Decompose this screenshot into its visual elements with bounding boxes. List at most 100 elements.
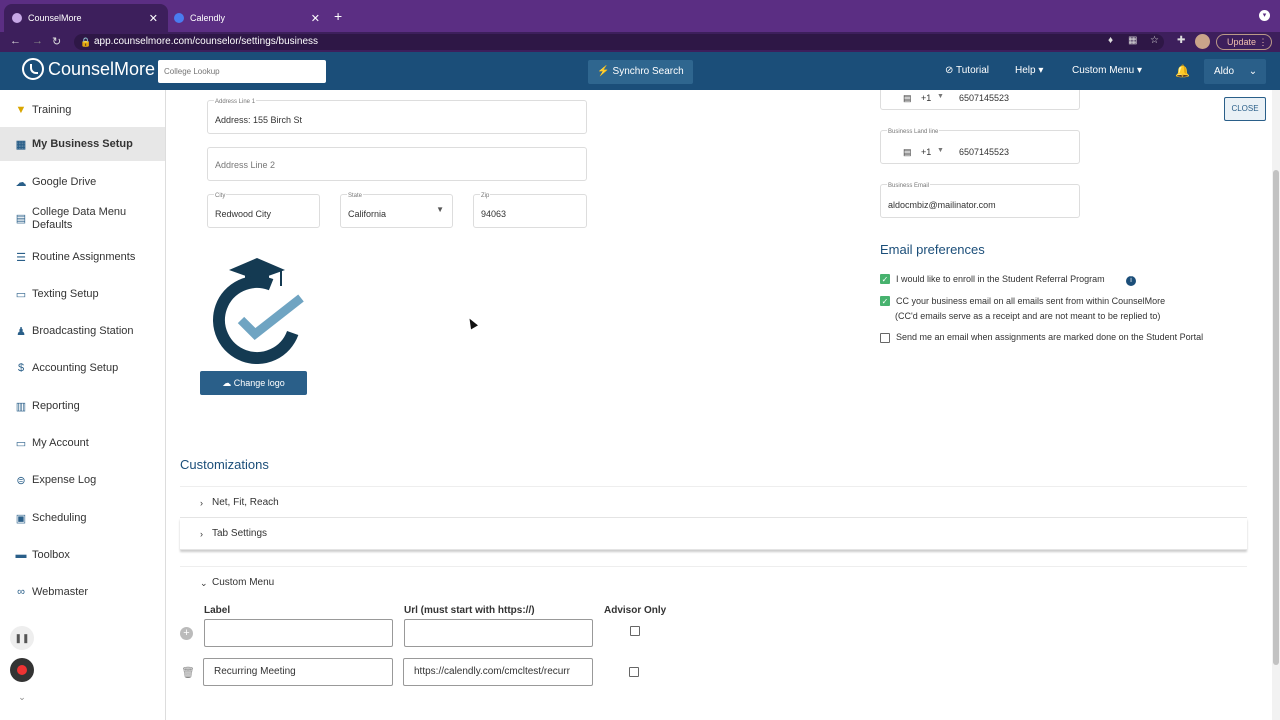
chevron-down-icon: ⌄ (1248, 66, 1258, 77)
business-email-value: aldocmbiz@mailinator.com (888, 200, 996, 210)
sidebar-item-accounting-setup[interactable]: $ Accounting Setup (0, 354, 165, 382)
business-phone-field[interactable]: ▤ +1 ▼ 6507145523 (880, 90, 1080, 110)
menu-url-input[interactable] (404, 619, 593, 647)
business-landline-field[interactable]: Business Land line ▤ +1 ▼ 6507145523 (880, 129, 1080, 164)
sidebar-item-broadcasting-station[interactable]: ♟ Broadcasting Station (0, 317, 165, 345)
customizations-title: Customizations (180, 457, 269, 472)
sidebar-item-texting-setup[interactable]: ▭ Texting Setup (0, 280, 165, 308)
dollar-icon: $ (17, 362, 25, 374)
sidebar-item-label: Routine Assignments (32, 251, 136, 263)
accordion-tab-settings[interactable]: › Tab Settings (180, 518, 1247, 550)
logo-text: CounselMore (48, 58, 156, 79)
help-menu[interactable]: Help ▾ (1015, 65, 1043, 76)
help-label: Help (1015, 65, 1036, 76)
counselmore-favicon-icon (12, 13, 22, 23)
state-value: California (348, 209, 387, 219)
info-icon[interactable]: i (1126, 276, 1136, 286)
cc-business-email-label: CC your business email on all emails sen… (896, 296, 1166, 306)
close-tab-icon[interactable]: ✕ (149, 12, 158, 25)
sidebar-item-toolbox[interactable]: ▬ Toolbox (0, 541, 165, 569)
sidebar-item-my-account[interactable]: ▭ My Account (0, 429, 165, 457)
stop-recording-button[interactable] (10, 658, 34, 682)
browser-tab-calendly[interactable]: Calendly ✕ (166, 4, 330, 32)
cc-business-email-note: (CC'd emails serve as a receipt and are … (895, 311, 1161, 321)
advisor-only-checkbox[interactable] (630, 626, 640, 636)
us-flag-icon: ▤ (903, 93, 912, 103)
building-icon: ▦ (15, 138, 27, 151)
back-icon[interactable]: ← (10, 35, 21, 47)
business-email-field[interactable]: Business Email aldocmbiz@mailinator.com (880, 183, 1080, 218)
graduation-cap-icon: ▼ (15, 104, 27, 116)
menu-label-input[interactable]: Recurring Meeting (203, 658, 393, 686)
sidebar-item-routine-assignments[interactable]: ☰ Routine Assignments (0, 243, 165, 271)
dollar-circle-icon: ⊜ (16, 474, 26, 487)
browser-tab-bar: CounselMore ✕ Calendly ✕ + ▾ (0, 0, 1280, 32)
sidebar-item-expense-log[interactable]: ⊜ Expense Log (0, 466, 165, 494)
synchro-search-label: Synchro Search (612, 66, 684, 77)
scrollbar-thumb[interactable] (1273, 170, 1279, 665)
calendar-icon: ▣ (15, 512, 27, 525)
sidebar-item-my-business-setup[interactable]: ▦ My Business Setup (0, 127, 165, 161)
app-logo[interactable]: CounselMore (22, 58, 155, 80)
column-header-url: Url (must start with https://) (404, 605, 535, 616)
referral-program-checkbox[interactable]: ✓ (880, 274, 890, 284)
landline-value: 6507145523 (959, 147, 1010, 157)
state-select[interactable]: State California ▼ (340, 193, 453, 228)
extensions-icon[interactable]: ✚ (1177, 35, 1185, 46)
forward-icon[interactable]: → (32, 35, 43, 47)
microphone-icon[interactable]: ♦ (1108, 35, 1113, 46)
reload-icon[interactable]: ↻ (52, 35, 61, 48)
cc-business-email-checkbox[interactable]: ✓ (880, 296, 890, 306)
sidebar-item-training[interactable]: ▼ Training (0, 96, 165, 124)
sidebar-item-reporting[interactable]: ▥ Reporting (0, 392, 165, 420)
trash-icon[interactable]: 🗑 (181, 666, 195, 679)
caret-down-icon: ▼ (436, 205, 444, 214)
city-label: City (214, 193, 227, 199)
sidebar-item-label: Expense Log (32, 474, 97, 486)
city-value: Redwood City (215, 209, 272, 219)
collapse-controls-button[interactable]: ⌄ (10, 689, 34, 705)
menu-label-input[interactable] (204, 619, 393, 647)
menu-url-input[interactable]: https://calendly.com/cmcltest/recurr (403, 658, 593, 686)
user-label: Aldo (1214, 66, 1235, 77)
bookmark-star-icon[interactable]: ☆ (1150, 35, 1159, 46)
accordion-label: Tab Settings (212, 528, 268, 539)
city-field[interactable]: City Redwood City (207, 193, 320, 228)
close-button[interactable]: CLOSE (1224, 97, 1266, 121)
qr-icon[interactable]: ▦ (1128, 35, 1137, 46)
browser-tab-counselmore[interactable]: CounselMore ✕ (4, 4, 168, 32)
sidebar-item-label: Broadcasting Station (32, 325, 134, 337)
url-field[interactable]: 🔒 app.counselmore.com/counselor/settings… (74, 34, 1164, 50)
custom-menu[interactable]: Custom Menu ▾ (1072, 65, 1142, 76)
profile-avatar-icon[interactable] (1195, 34, 1210, 49)
tutorial-link[interactable]: ⊘ Tutorial (945, 65, 989, 76)
advisor-only-checkbox[interactable] (629, 667, 639, 677)
sidebar-item-label: Scheduling (32, 512, 87, 524)
counselmore-logo-icon (22, 58, 44, 80)
new-tab-button[interactable]: + (334, 8, 342, 24)
synchro-search-button[interactable]: ⚡ Synchro Search (588, 60, 693, 84)
user-menu-button[interactable]: Aldo ⌄ (1204, 59, 1266, 84)
chevron-right-icon: › (200, 529, 203, 539)
address-line2-field[interactable]: Address Line 2 (207, 147, 587, 181)
accordion-custom-menu[interactable]: ⌄ Custom Menu (180, 566, 1247, 598)
assignment-done-email-checkbox[interactable] (880, 333, 890, 343)
college-lookup-input[interactable] (158, 60, 326, 83)
sidebar-item-label: College Data Menu Defaults (32, 206, 127, 231)
change-logo-button[interactable]: ☁ Change logo (200, 371, 307, 395)
add-row-icon[interactable]: + (180, 627, 193, 640)
accordion-net-fit-reach[interactable]: › Net, Fit, Reach (180, 486, 1247, 518)
update-button[interactable]: Update ⋮ (1216, 34, 1272, 50)
sidebar-item-webmaster[interactable]: ∞ Webmaster (0, 578, 165, 606)
close-tab-icon[interactable]: ✕ (311, 12, 320, 25)
address-line1-field[interactable]: Address Line 1 Address: 155 Birch St (207, 99, 587, 134)
pause-recording-button[interactable]: ❚❚ (10, 626, 34, 650)
email-preferences-title: Email preferences (880, 242, 985, 257)
sidebar-item-college-data-menu-defaults[interactable]: ▤ College Data Menu Defaults (0, 204, 165, 234)
sidebar-item-google-drive[interactable]: ☁ Google Drive (0, 168, 165, 196)
sidebar-item-scheduling[interactable]: ▣ Scheduling (0, 504, 165, 532)
chrome-menu-icon[interactable]: ▾ (1259, 10, 1270, 21)
bell-icon[interactable]: 🔔 (1175, 64, 1190, 78)
sidebar: ▼ Training ▦ My Business Setup ☁ Google … (0, 90, 166, 720)
zip-field[interactable]: Zip 94063 (473, 193, 587, 228)
